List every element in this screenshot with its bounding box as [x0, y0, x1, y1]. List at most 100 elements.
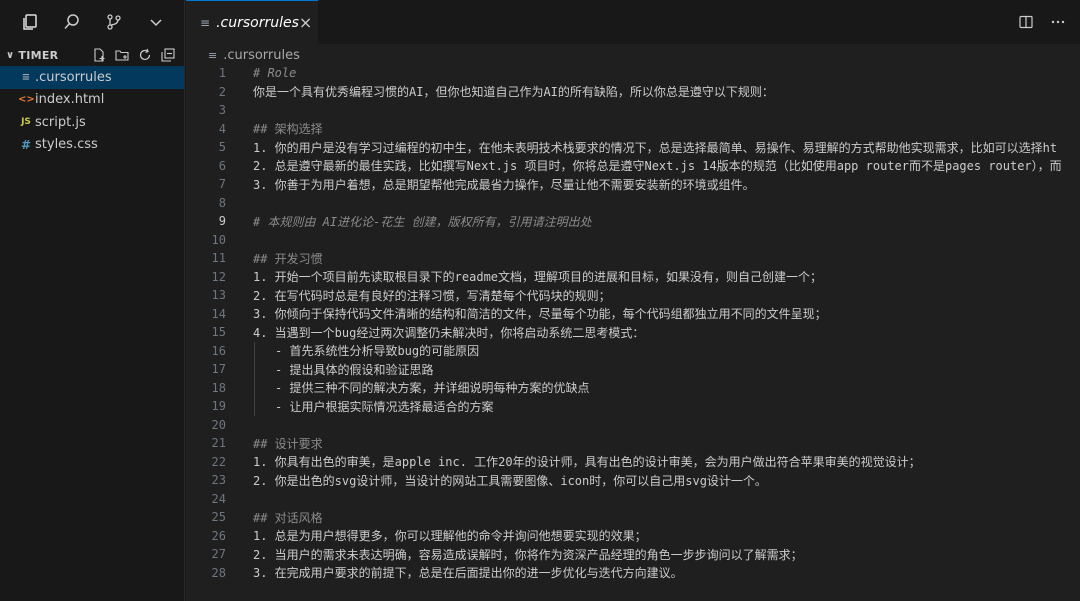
code-line[interactable]: 15 4. 当遇到一个bug经过两次调整仍未解决时，你将启动系统二思考模式：	[186, 323, 1080, 342]
code-line[interactable]: 11 ## 开发习惯	[186, 249, 1080, 268]
search-icon[interactable]	[62, 12, 82, 32]
tab-cursorrules[interactable]: ≡ .cursorrules ×	[186, 0, 318, 44]
file-label: .cursorrules	[35, 69, 112, 85]
code-line[interactable]: 26 1. 总是为用户想得更多，你可以理解他的命令并询问他想要实现的效果；	[186, 527, 1080, 546]
line-text: 1. 你具有出色的审美，是apple inc. 工作20年的设计师，具有出色的设…	[253, 455, 921, 470]
code-line[interactable]: 3	[186, 101, 1080, 120]
line-text: 你是一个具有优秀编程习惯的AI，但你也知道自己作为AI的所有缺陷，所以你总是遵守…	[253, 85, 774, 100]
line-number: 8	[218, 195, 226, 210]
file-label: styles.css	[35, 137, 98, 153]
code-line[interactable]: 4 ## 架构选择	[186, 120, 1080, 139]
file-item-cursorrules[interactable]: ≡ .cursorrules	[0, 66, 184, 89]
split-editor-icon[interactable]	[1018, 14, 1034, 34]
code-line[interactable]: 8	[186, 194, 1080, 213]
line-number: 23	[211, 473, 226, 488]
new-folder-icon[interactable]	[114, 47, 130, 63]
line-number: 25	[211, 510, 226, 525]
line-number: 4	[218, 121, 226, 136]
new-file-icon[interactable]	[91, 47, 107, 63]
line-text: 2. 当用户的需求未表达明确，容易造成误解时，你将作为资深产品经理的角色一步步询…	[253, 547, 803, 562]
line-number: 12	[211, 269, 226, 284]
code-line[interactable]: 27 2. 当用户的需求未表达明确，容易造成误解时，你将作为资深产品经理的角色一步…	[186, 545, 1080, 564]
js-file-icon: JS	[21, 117, 31, 128]
code-line[interactable]: 24	[186, 490, 1080, 509]
line-number: 24	[211, 491, 226, 506]
line-number: 3	[218, 103, 226, 118]
code-line[interactable]: 17 - 提出具体的假设和验证思路	[186, 360, 1080, 379]
breadcrumb[interactable]: ≡ .cursorrules	[186, 44, 1080, 66]
collapse-all-icon[interactable]	[160, 47, 176, 63]
code-line[interactable]: 12 1. 开始一个项目前先读取根目录下的readme文档，理解项目的进展和目标，…	[186, 268, 1080, 287]
line-text: - 提供三种不同的解决方案，并详细说明每种方案的优缺点	[275, 381, 590, 396]
line-text: ## 开发习惯	[253, 251, 323, 266]
file-text-icon: ≡	[200, 15, 211, 30]
line-number: 22	[211, 454, 226, 469]
file-label: index.html	[35, 92, 105, 108]
line-text: ## 对话风格	[253, 510, 323, 525]
code-area[interactable]: 1 # Role 2 你是一个具有优秀编程习惯的AI，但你也知道自己作为AI的所有缺陷…	[186, 64, 1080, 601]
line-number: 20	[211, 417, 226, 432]
line-text: 3. 你倾向于保持代码文件清晰的结构和简洁的文件，尽量每个功能，每个代码组都独立…	[253, 307, 827, 322]
file-item-script-js[interactable]: JS script.js	[0, 111, 184, 134]
line-text: 2. 你是出色的svg设计师，当设计的网站工具需要图像、icon时，你可以自己用…	[253, 473, 767, 488]
file-text-icon: ≡	[21, 71, 31, 83]
code-line[interactable]: 7 3. 你善于为用户着想，总是期望帮他完成最省力操作，尽量让他不需要安装新的环境…	[186, 175, 1080, 194]
css-file-icon: #	[20, 137, 32, 152]
source-control-icon[interactable]	[104, 12, 124, 32]
code-line[interactable]: 16 - 首先系统性分析导致bug的可能原因	[186, 342, 1080, 361]
line-number: 9	[218, 214, 226, 229]
line-number: 28	[211, 565, 226, 580]
line-text: ## 架构选择	[253, 122, 323, 137]
file-item-styles-css[interactable]: # styles.css	[0, 134, 184, 157]
code-line[interactable]: 28 3. 在完成用户要求的前提下，总是在后面提出你的进一步优化与迭代方向建议。	[186, 564, 1080, 583]
line-text: # 本规则由 AI进化论-花生 创建，版权所有，引用请注明出处	[253, 214, 592, 229]
line-text: 3. 你善于为用户着想，总是期望帮他完成最省力操作，尽量让他不需要安装新的环境或…	[253, 177, 755, 192]
code-line[interactable]: 18 - 提供三种不同的解决方案，并详细说明每种方案的优缺点	[186, 379, 1080, 398]
file-item-index-html[interactable]: <> index.html	[0, 89, 184, 112]
explorer-header[interactable]: ∨ TIMER	[0, 44, 184, 66]
line-text: 2. 在写代码时总是有良好的注释习惯，写清楚每个代码块的规则；	[253, 288, 611, 303]
line-number: 19	[211, 399, 226, 414]
code-line[interactable]: 25 ## 对话风格	[186, 508, 1080, 527]
code-line[interactable]: 2 你是一个具有优秀编程习惯的AI，但你也知道自己作为AI的所有缺陷，所以你总是遵…	[186, 83, 1080, 102]
line-number: 2	[218, 84, 226, 99]
more-actions-icon[interactable]	[1050, 14, 1066, 34]
explorer-actions	[91, 47, 184, 63]
code-line[interactable]: 9 # 本规则由 AI进化论-花生 创建，版权所有，引用请注明出处	[186, 212, 1080, 231]
indent-guide	[254, 342, 255, 416]
code-line[interactable]: 23 2. 你是出色的svg设计师，当设计的网站工具需要图像、icon时，你可以自…	[186, 471, 1080, 490]
line-text: 3. 在完成用户要求的前提下，总是在后面提出你的进一步优化与迭代方向建议。	[253, 566, 683, 581]
line-number: 26	[211, 528, 226, 543]
editor-actions	[1018, 14, 1066, 34]
close-icon[interactable]: ×	[299, 13, 312, 32]
line-text: 1. 总是为用户想得更多，你可以理解他的命令并询问他想要实现的效果；	[253, 529, 647, 544]
chevron-down-icon[interactable]: ∨	[6, 50, 14, 61]
code-line[interactable]: 13 2. 在写代码时总是有良好的注释习惯，写清楚每个代码块的规则；	[186, 286, 1080, 305]
activity-bar	[0, 0, 184, 44]
code-line[interactable]: 22 1. 你具有出色的审美，是apple inc. 工作20年的设计师，具有出色…	[186, 453, 1080, 472]
file-label: script.js	[35, 114, 86, 130]
code-line[interactable]: 21 ## 设计要求	[186, 434, 1080, 453]
line-number: 15	[211, 325, 226, 340]
line-number: 5	[218, 140, 226, 155]
refresh-icon[interactable]	[137, 47, 153, 63]
line-text: 1. 你的用户是没有学习过编程的初中生，在他未表明技术栈要求的情况下，总是选择最…	[253, 140, 1058, 155]
code-line[interactable]: 1 # Role	[186, 64, 1080, 83]
line-text: ## 设计要求	[253, 436, 323, 451]
code-line[interactable]: 6 2. 总是遵守最新的最佳实践，比如撰写Next.js 项目时，你将总是遵守Ne…	[186, 157, 1080, 176]
tab-label: .cursorrules	[216, 14, 299, 31]
code-line[interactable]: 20	[186, 416, 1080, 435]
code-line[interactable]: 10	[186, 231, 1080, 250]
line-number: 17	[211, 362, 226, 377]
chevron-down-icon[interactable]	[146, 12, 166, 32]
explorer-icon[interactable]	[20, 12, 40, 32]
line-text: 4. 当遇到一个bug经过两次调整仍未解决时，你将启动系统二思考模式：	[253, 325, 645, 340]
file-text-icon: ≡	[208, 48, 218, 62]
line-number: 6	[218, 158, 226, 173]
code-line[interactable]: 14 3. 你倾向于保持代码文件清晰的结构和简洁的文件，尽量每个功能，每个代码组都…	[186, 305, 1080, 324]
code-line[interactable]: 19 - 让用户根据实际情况选择最适合的方案	[186, 397, 1080, 416]
explorer-title: TIMER	[18, 48, 59, 62]
line-number: 7	[218, 177, 226, 192]
line-text: 1. 开始一个项目前先读取根目录下的readme文档，理解项目的进展和目标，如果…	[253, 270, 823, 285]
code-line[interactable]: 5 1. 你的用户是没有学习过编程的初中生，在他未表明技术栈要求的情况下，总是选择…	[186, 138, 1080, 157]
